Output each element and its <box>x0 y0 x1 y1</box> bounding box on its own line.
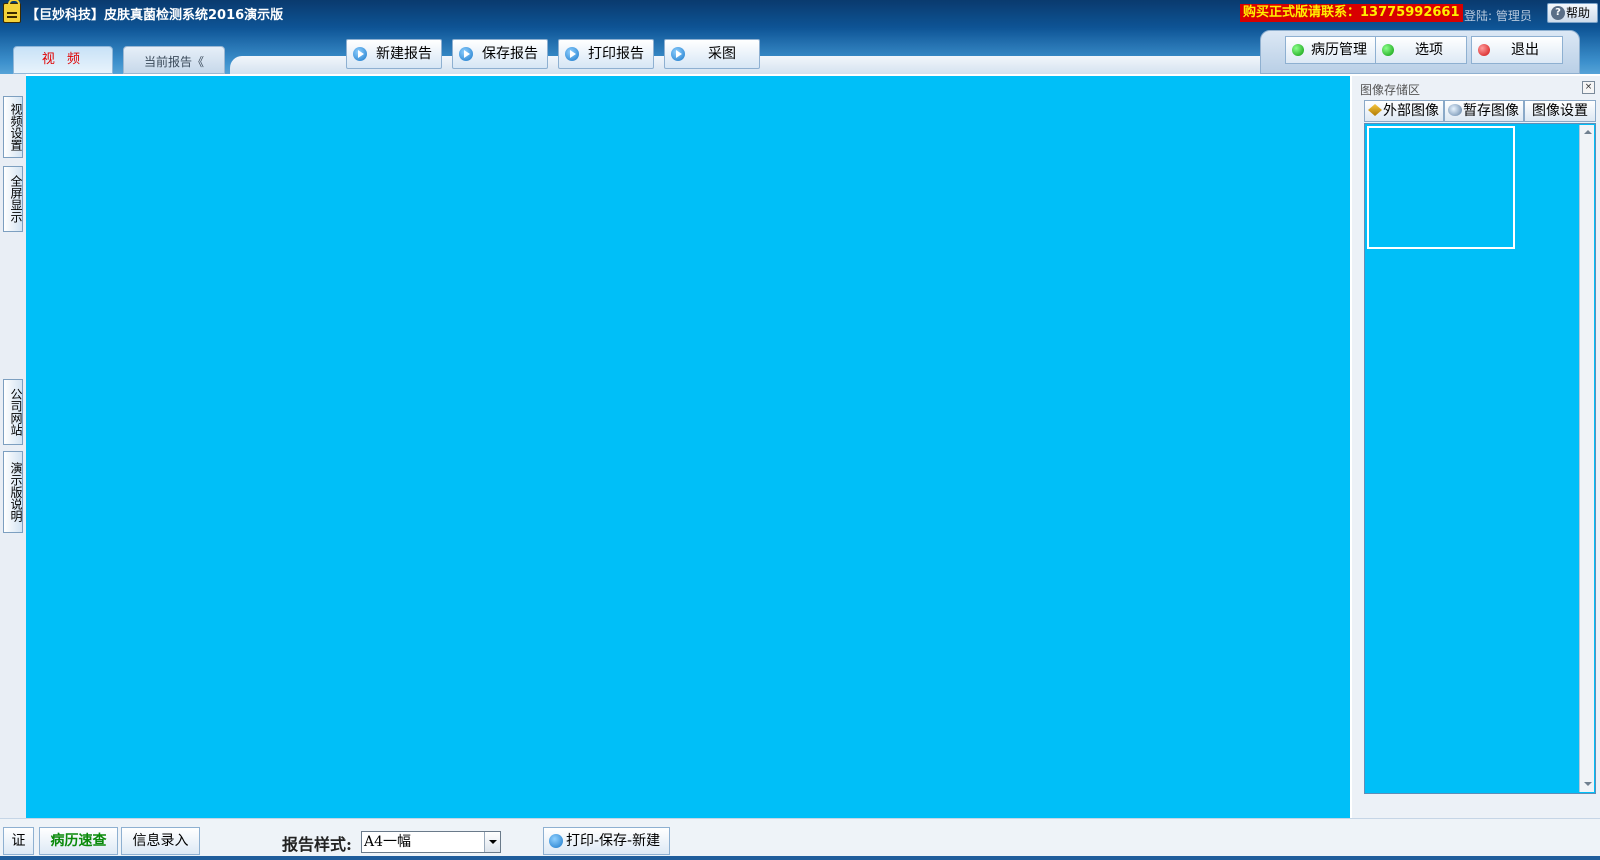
help-label: 帮助 <box>1566 6 1591 20</box>
new-report-label: 新建报告 <box>376 46 432 62</box>
tab-video-label: 视 频 <box>41 52 85 67</box>
save-report-label: 保存报告 <box>482 46 538 62</box>
status-green-icon <box>1382 44 1394 56</box>
video-settings-button[interactable]: 视频设置 <box>3 96 23 158</box>
image-storage-panel: 图像存储区 × 外部图像 暂存图像 图像设置 <box>1352 76 1600 818</box>
report-style-value: A4一幅 <box>364 834 412 850</box>
help-button[interactable]: ? 帮助 <box>1547 3 1598 23</box>
lock-icon <box>3 0 21 23</box>
scroll-up-icon[interactable] <box>1581 126 1594 139</box>
arrow-right-icon <box>459 47 473 61</box>
tab-temp-images[interactable]: 暂存图像 <box>1444 100 1524 122</box>
bottom-bar: 证 病历速查 信息录入 报告样式: A4一幅 打印-保存-新建 <box>0 818 1600 860</box>
tab-temp-images-label: 暂存图像 <box>1463 103 1519 119</box>
company-site-button[interactable]: 公司网站 <box>3 379 23 445</box>
tab-image-settings[interactable]: 图像设置 <box>1524 100 1596 122</box>
tab-image-settings-label: 图像设置 <box>1532 103 1588 119</box>
new-report-button[interactable]: 新建报告 <box>346 39 442 69</box>
options-button[interactable]: 选项 <box>1375 36 1467 64</box>
print-save-new-label: 打印-保存-新建 <box>566 833 661 849</box>
temp-image-icon <box>1448 104 1462 116</box>
chevron-down-icon[interactable] <box>484 832 500 852</box>
login-status: 登陆: 管理员 <box>1464 9 1532 23</box>
arrow-right-icon <box>353 47 367 61</box>
print-save-new-button[interactable]: 打印-保存-新建 <box>543 827 670 855</box>
save-report-button[interactable]: 保存报告 <box>452 39 548 69</box>
help-icon: ? <box>1551 6 1565 20</box>
video-preview-area[interactable] <box>26 76 1350 818</box>
records-button[interactable]: 病历管理 <box>1285 36 1377 64</box>
cert-button[interactable]: 证 <box>3 827 34 855</box>
vertical-scrollbar[interactable] <box>1579 125 1594 792</box>
exit-button[interactable]: 退出 <box>1471 36 1563 64</box>
capture-label: 采图 <box>708 46 736 62</box>
quick-lookup-button[interactable]: 病历速查 <box>39 827 118 855</box>
tab-external-images[interactable]: 外部图像 <box>1364 100 1444 122</box>
external-image-icon <box>1368 104 1382 116</box>
image-storage-tabs: 外部图像 暂存图像 图像设置 <box>1364 100 1596 122</box>
print-report-label: 打印报告 <box>588 46 644 62</box>
arrow-right-icon <box>565 47 579 61</box>
close-icon[interactable]: × <box>1582 81 1595 94</box>
tab-current-report[interactable]: 当前报告《 <box>123 46 225 74</box>
tab-video[interactable]: 视 频 <box>13 46 113 74</box>
image-thumbnail-list[interactable] <box>1364 123 1596 794</box>
capture-button[interactable]: 采图 <box>664 39 760 69</box>
title-bar: 【巨妙科技】皮肤真菌检测系统2016演示版 购买正式版请联系：137759926… <box>0 0 1600 74</box>
arrow-right-icon <box>549 834 563 848</box>
thumbnail-slot[interactable] <box>1367 126 1515 249</box>
window-title: 【巨妙科技】皮肤真菌检测系统2016演示版 <box>26 8 284 23</box>
demo-info-button[interactable]: 演示版说明 <box>3 451 23 533</box>
buy-notice: 购买正式版请联系：13775992661 <box>1240 4 1463 22</box>
arrow-right-icon <box>671 47 685 61</box>
report-style-label: 报告样式: <box>282 835 352 854</box>
status-red-icon <box>1478 44 1490 56</box>
info-entry-button[interactable]: 信息录入 <box>121 827 200 855</box>
print-report-button[interactable]: 打印报告 <box>558 39 654 69</box>
report-style-select[interactable]: A4一幅 <box>361 831 501 853</box>
bottom-border <box>0 856 1600 860</box>
scroll-down-icon[interactable] <box>1581 778 1594 791</box>
tab-external-images-label: 外部图像 <box>1383 103 1439 119</box>
records-label: 病历管理 <box>1311 42 1367 58</box>
exit-label: 退出 <box>1511 42 1539 58</box>
left-rail: 视频设置 全屏显示 公司网站 演示版说明 <box>0 74 26 820</box>
image-storage-title: 图像存储区 <box>1360 83 1421 97</box>
options-label: 选项 <box>1415 42 1443 58</box>
tab-current-report-label: 当前报告《 <box>143 55 204 69</box>
status-green-icon <box>1292 44 1304 56</box>
fullscreen-button[interactable]: 全屏显示 <box>3 166 23 232</box>
